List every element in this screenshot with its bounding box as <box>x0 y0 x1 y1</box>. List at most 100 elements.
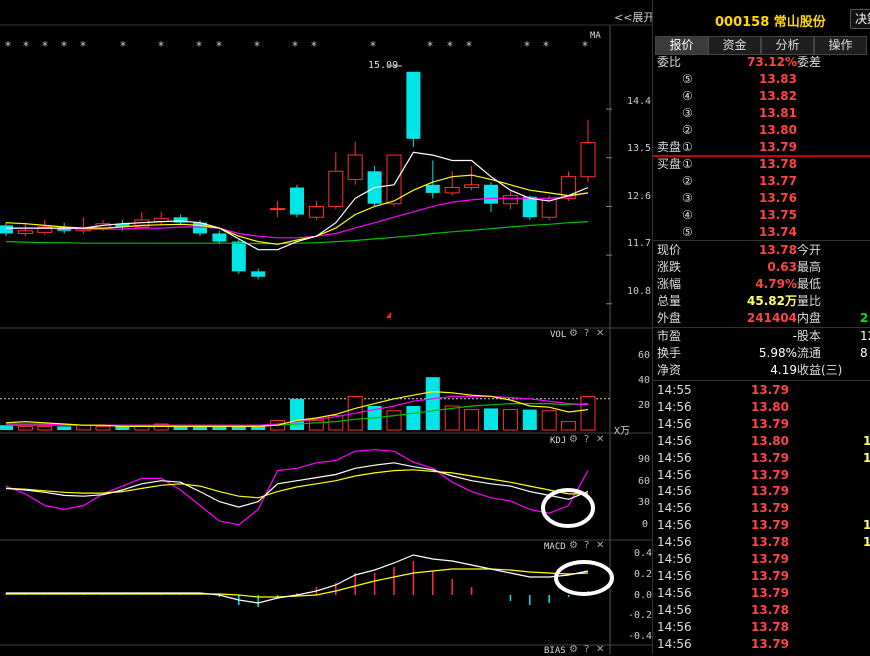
gear-icon[interactable]: ⚙ <box>569 540 578 551</box>
stat-label-2: 最低 <box>797 277 822 291</box>
event-marker: * <box>80 39 86 53</box>
sell-label: 卖盘 <box>657 140 682 154</box>
help-icon[interactable]: ? <box>584 434 589 445</box>
weicha-label: 委差 <box>797 55 822 69</box>
volume-bar <box>464 409 480 431</box>
quote-stat-row: 外盘 241404 内盘 2 <box>653 310 870 327</box>
candle-body-up <box>580 142 596 178</box>
volume-bar <box>425 377 440 430</box>
candle-body-down <box>251 271 266 277</box>
fin-value: 4.19 <box>770 363 797 377</box>
event-marker: * <box>447 39 453 53</box>
candle-body-up <box>17 230 33 234</box>
volume-bar <box>502 409 518 431</box>
finance-row: 市盈-股本12 <box>653 328 870 345</box>
candle-body-down <box>484 184 498 204</box>
price-axis-label: 12.6 <box>627 191 652 202</box>
level-index: ③ <box>682 106 693 120</box>
fin-label: 市盈 <box>657 329 682 343</box>
close-icon[interactable]: ✕ <box>596 540 604 551</box>
stat-value: 241404 <box>746 311 797 325</box>
help-icon[interactable]: ? <box>584 644 589 655</box>
tick-price: 13.79 <box>751 585 789 600</box>
weibi-label: 委比 <box>657 55 682 69</box>
volume-bar <box>57 426 72 430</box>
buy-price: 13.77 <box>759 174 797 188</box>
volume-bar <box>17 425 33 431</box>
tick-row: 14:56 13.78 <box>653 619 870 636</box>
help-icon[interactable]: ? <box>584 328 589 339</box>
buy-order-row[interactable]: ⑤ 13.74 <box>653 224 870 241</box>
stat-label-2: 量比 <box>797 294 822 308</box>
max-price-label: 15.09 <box>368 60 399 71</box>
stock-chart-area[interactable]: * * * * * * * * * * * * * * * * * * * <box>0 0 652 654</box>
tick-time: 14:56 <box>657 619 692 634</box>
decision-button[interactable]: 决策 <box>850 9 870 29</box>
tick-row: 14:56 13.79 1 <box>653 517 870 534</box>
tick-time: 14:56 <box>657 602 692 617</box>
panel-title-bar: 000158 常山股份 决策 <box>653 0 870 36</box>
event-marker: * <box>42 39 48 53</box>
tick-price: 13.78 <box>751 619 789 634</box>
sell-price: 13.81 <box>759 106 797 120</box>
fin-value-2: 12 <box>860 329 870 343</box>
tick-price: 13.79 <box>751 501 789 516</box>
tick-price: 13.79 <box>751 383 789 397</box>
sell-order-row[interactable]: 卖盘 ① 13.79 <box>653 139 870 156</box>
buy-order-row[interactable]: ② 13.77 <box>653 173 870 190</box>
tab-operate[interactable]: 操作 <box>814 36 867 55</box>
level-index: ② <box>682 174 693 188</box>
close-icon[interactable]: ✕ <box>596 644 604 655</box>
close-icon[interactable]: ✕ <box>596 434 604 445</box>
vol-axis-label: 20 <box>638 400 651 411</box>
event-marker: * <box>543 39 549 53</box>
tick-time: 14:56 <box>657 518 692 533</box>
kdj-axis-label: 30 <box>638 497 651 508</box>
event-marker: * <box>5 39 11 53</box>
stat-value: 4.79% <box>755 277 797 291</box>
volume-bar <box>95 425 111 431</box>
tick-price: 13.79 <box>751 518 789 533</box>
event-marker: * <box>370 39 376 53</box>
ma-label: MA <box>590 31 601 41</box>
gear-icon[interactable]: ⚙ <box>569 434 578 445</box>
vol-label: VOL <box>550 330 567 340</box>
sell-order-row[interactable]: ⑤ 13.83 <box>653 71 870 88</box>
sell-order-row[interactable]: ④ 13.82 <box>653 88 870 105</box>
event-marker: * <box>254 39 260 53</box>
level-index: ④ <box>682 208 693 222</box>
tab-funds[interactable]: 资金 <box>708 36 761 55</box>
expand-button[interactable]: <<展开 <box>614 9 654 25</box>
sell-order-row[interactable]: ③ 13.81 <box>653 105 870 122</box>
kdj-axis-label: 0 <box>642 519 649 530</box>
tick-time: 14:56 <box>657 552 692 566</box>
buy-order-row[interactable]: 买盘 ① 13.78 <box>653 156 870 173</box>
event-marker: * <box>311 39 317 53</box>
tick-volume: 1 <box>863 534 870 551</box>
candle-body-down <box>212 233 227 242</box>
event-marker: * <box>292 39 298 53</box>
buy-order-row[interactable]: ③ 13.76 <box>653 190 870 207</box>
candle-body-up <box>328 170 344 207</box>
tick-row: 14:55 13.79 <box>653 382 870 399</box>
tab-analysis[interactable]: 分析 <box>761 36 814 55</box>
tick-row: 14:56 13.79 <box>653 416 870 433</box>
tick-price: 13.79 <box>751 450 789 465</box>
candle-body-down <box>290 187 304 215</box>
tab-quote[interactable]: 报价 <box>655 36 708 55</box>
tick-price: 13.78 <box>751 535 789 550</box>
gear-icon[interactable]: ⚙ <box>569 328 578 339</box>
buy-order-row[interactable]: ④ 13.75 <box>653 207 870 224</box>
candle-body-down <box>231 241 246 272</box>
event-marker: * <box>427 39 433 53</box>
gear-icon[interactable]: ⚙ <box>569 644 578 655</box>
fin-label-2: 收益(三) <box>797 363 843 377</box>
bias-label: BIAS <box>544 646 566 656</box>
tick-price: 13.79 <box>751 467 789 482</box>
stat-value: 45.82万 <box>747 294 797 308</box>
tick-row: 14:56 13.80 1 <box>653 433 870 450</box>
sell-order-row[interactable]: ② 13.80 <box>653 122 870 139</box>
close-icon[interactable]: ✕ <box>596 328 604 339</box>
stat-value: 13.78 <box>759 243 797 257</box>
help-icon[interactable]: ? <box>584 540 589 551</box>
